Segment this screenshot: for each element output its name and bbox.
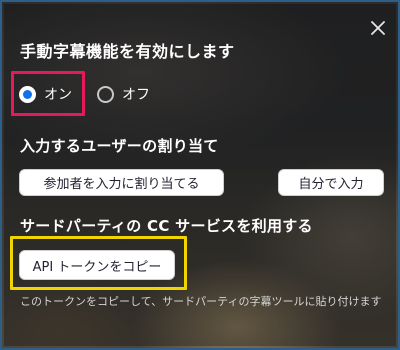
radio-on-option[interactable]: オン xyxy=(19,84,72,104)
radio-off-label: オフ xyxy=(122,87,150,103)
radio-on-label: オン xyxy=(44,87,72,103)
third-party-heading: サードパーティの CC サービスを利用する xyxy=(20,217,313,235)
radio-off-option[interactable]: オフ xyxy=(97,84,150,104)
assign-heading: 入力するユーザーの割り当て xyxy=(20,137,219,155)
assign-participant-button[interactable]: 参加者を入力に割り当てる xyxy=(19,169,224,196)
radio-unchecked-icon[interactable] xyxy=(97,85,114,103)
copy-api-token-button[interactable]: API トークンをコピー xyxy=(19,250,175,280)
captions-panel: 手動字幕機能を有効にします オン オフ 入力するユーザーの割り当て 参加者を入力… xyxy=(0,0,400,350)
radio-checked-icon[interactable] xyxy=(19,85,36,103)
panel-title: 手動字幕機能を有効にします xyxy=(20,42,235,61)
close-icon[interactable] xyxy=(367,17,389,39)
type-myself-button[interactable]: 自分で入力 xyxy=(278,169,384,196)
third-party-note: このトークンをコピーして、サードパーティの字幕ツールに貼り付けます xyxy=(20,295,382,308)
